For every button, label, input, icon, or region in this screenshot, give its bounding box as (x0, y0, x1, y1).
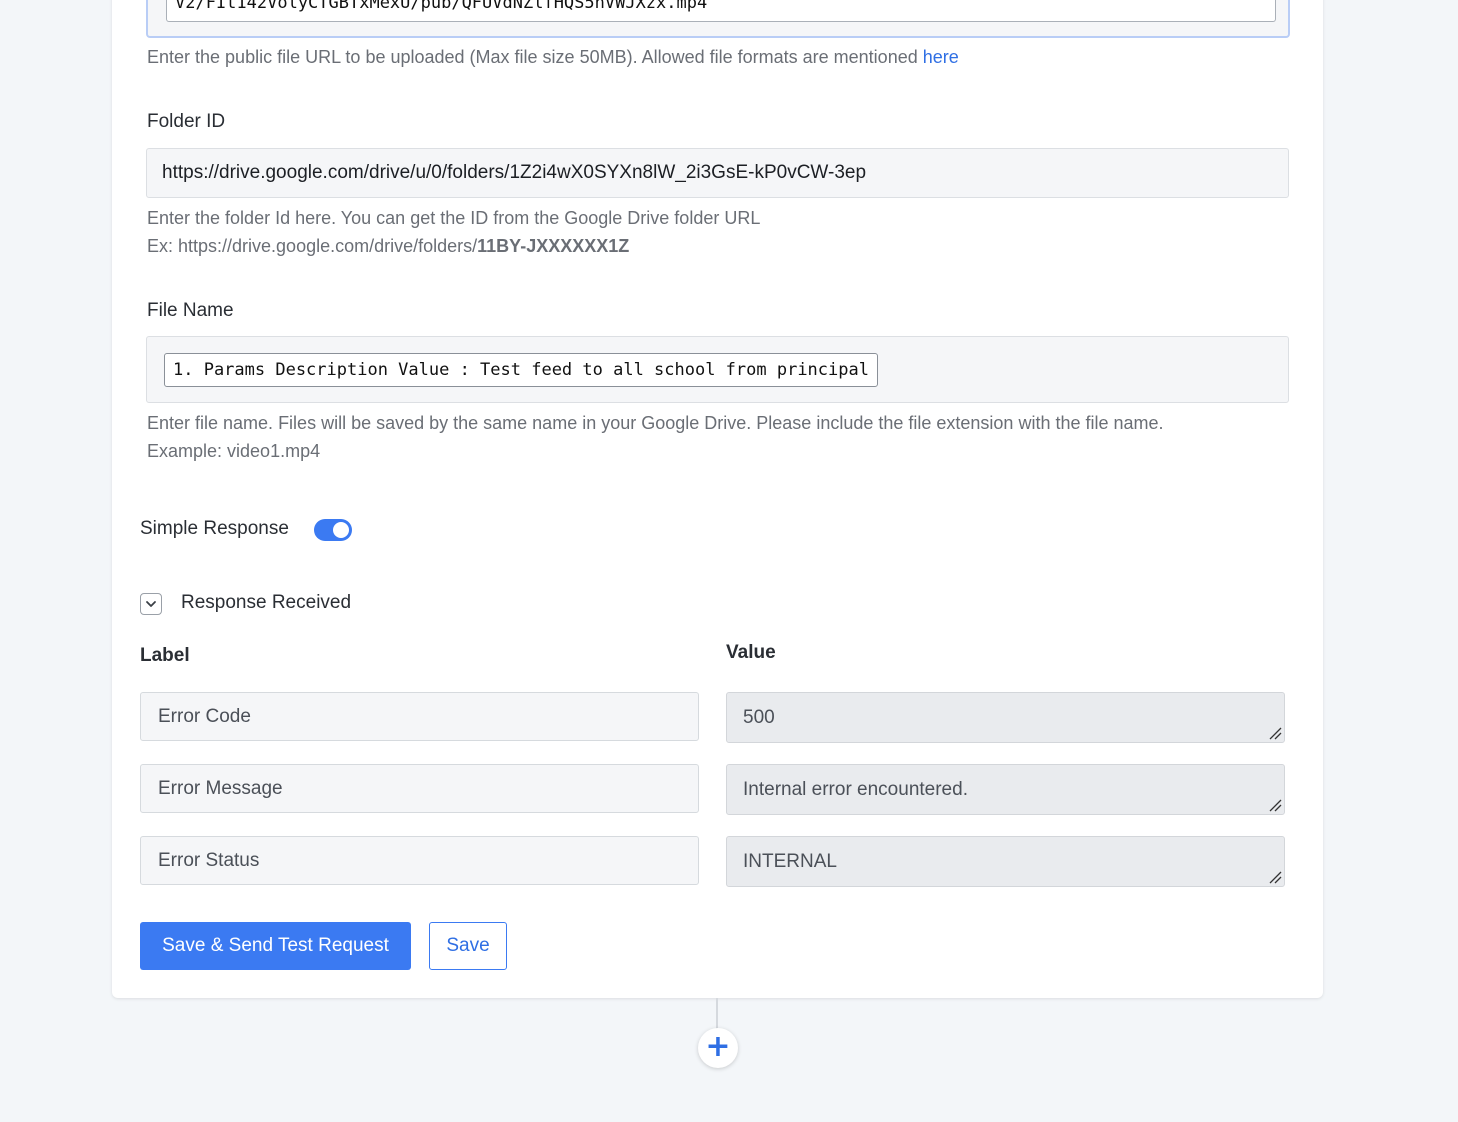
response-value-textarea[interactable]: INTERNAL (726, 836, 1285, 887)
response-value-text: 500 (743, 707, 775, 728)
resize-grip-icon[interactable] (1266, 868, 1282, 884)
value-column-header: Value (726, 642, 776, 663)
file-name-help-line1: Enter file name. Files will be saved by … (147, 413, 1164, 433)
response-value-textarea[interactable]: Internal error encountered. (726, 764, 1285, 815)
folder-id-help-line1: Enter the folder Id here. You can get th… (147, 208, 761, 228)
response-label-input[interactable]: Error Code (140, 692, 699, 741)
save-and-send-test-request-button[interactable]: Save & Send Test Request (140, 922, 411, 970)
plus-icon: + (705, 1029, 731, 1064)
response-received-collapse-button[interactable] (140, 593, 162, 615)
simple-response-label: Simple Response (140, 518, 289, 539)
resize-grip-icon[interactable] (1266, 796, 1282, 812)
file-url-help: Enter the public file URL to be uploaded… (147, 43, 959, 71)
file-name-input[interactable]: 1. Params Description Value : Test feed … (146, 336, 1289, 403)
resize-grip-icon[interactable] (1266, 724, 1282, 740)
add-step-button[interactable]: + (698, 1028, 738, 1068)
folder-id-label: Folder ID (147, 111, 226, 132)
folder-id-example-bold: 11BY-JXXXXXX1Z (477, 236, 630, 256)
flow-connector-line (716, 998, 718, 1030)
response-label-input[interactable]: Error Message (140, 764, 699, 813)
file-name-help-line2: Example: video1.mp4 (147, 441, 321, 461)
folder-id-help-line2: Ex: https://drive.google.com/drive/folde… (147, 232, 760, 260)
label-column-header: Label (140, 645, 190, 666)
file-name-param-chip[interactable]: 1. Params Description Value : Test feed … (164, 353, 878, 387)
file-url-input[interactable]: V2/FIt142VolyCTGBTxMexU/pub/QFUVdNZlfHQS… (166, 0, 1276, 22)
file-url-field: V2/FIt142VolyCTGBTxMexU/pub/QFUVdNZlfHQS… (146, 0, 1290, 38)
folder-id-help: Enter the folder Id here. You can get th… (147, 204, 760, 260)
save-button[interactable]: Save (429, 922, 507, 970)
chevron-down-icon (146, 601, 156, 607)
file-name-help: Enter file name. Files will be saved by … (147, 409, 1164, 465)
file-name-label: File Name (147, 300, 234, 321)
folder-id-example-prefix: Ex: https://drive.google.com/drive/folde… (147, 236, 478, 256)
folder-id-value: https://drive.google.com/drive/u/0/folde… (162, 162, 867, 183)
simple-response-toggle[interactable] (314, 519, 352, 541)
folder-id-input[interactable]: https://drive.google.com/drive/u/0/folde… (146, 148, 1289, 198)
file-url-help-text: Enter the public file URL to be uploaded… (147, 47, 923, 67)
response-value-text: INTERNAL (743, 851, 837, 872)
response-label-input[interactable]: Error Status (140, 836, 699, 885)
toggle-knob (333, 522, 349, 538)
response-value-textarea[interactable]: 500 (726, 692, 1285, 743)
allowed-formats-link[interactable]: here (923, 47, 959, 67)
response-received-label: Response Received (181, 592, 352, 613)
response-value-text: Internal error encountered. (743, 779, 968, 800)
